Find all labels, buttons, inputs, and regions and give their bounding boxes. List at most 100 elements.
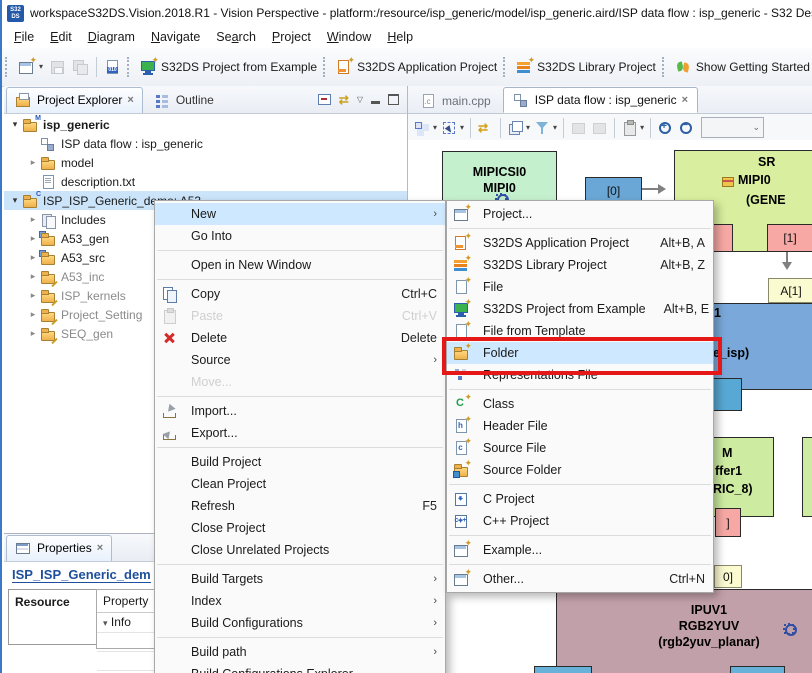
chevron-down-icon[interactable]: ▾ [433, 123, 437, 132]
block-ipuv1[interactable]: IPUV1 RGB2YUV (rgb2yuv_planar) [556, 589, 812, 673]
zoom-level-combo[interactable]: ⌄ [701, 117, 765, 138]
block-green-right[interactable] [802, 437, 812, 517]
collapse-all-icon[interactable] [317, 94, 331, 105]
filter-button[interactable]: ▾ [532, 116, 559, 140]
chevron-down-icon[interactable]: ▾ [103, 618, 108, 628]
menu-item-build-configurations[interactable]: Build Configurations › [155, 612, 445, 634]
menu-item-paste[interactable]: Paste Ctrl+V [155, 305, 445, 327]
chevron-right-icon[interactable]: ▸ [26, 157, 40, 168]
chevron-down-icon[interactable]: ▾ [8, 119, 22, 130]
port-teal[interactable] [710, 378, 742, 411]
menu-search[interactable]: Search [208, 28, 264, 46]
new-wizard-button[interactable]: ✦ ▾ [15, 55, 46, 79]
chevron-down-icon[interactable]: ▾ [8, 195, 22, 206]
label-0[interactable]: 0] [714, 565, 742, 588]
menu-item-delete[interactable]: Delete Delete [155, 327, 445, 349]
menu-item-header-file[interactable]: h ✦ Header File [447, 414, 713, 437]
menu-file[interactable]: File [6, 28, 42, 46]
menu-item-file-from-template[interactable]: ✦ File from Template [447, 319, 713, 342]
tab-properties[interactable]: Properties × [6, 534, 113, 561]
menu-item-c-project[interactable]: c++ ✦ C++ Project [447, 510, 713, 532]
menu-item-close-project[interactable]: Close Project [155, 517, 445, 539]
tab-outline[interactable]: Outline [145, 87, 223, 113]
menu-item-folder[interactable]: ✦ Folder [447, 341, 713, 364]
menu-item-build-project[interactable]: Build Project [155, 451, 445, 473]
menu-edit[interactable]: Edit [42, 28, 80, 46]
tab-project-explorer[interactable]: Project Explorer × [6, 86, 143, 113]
tree-item-description-txt[interactable]: description.txt [4, 172, 407, 191]
menu-item-new[interactable]: New › [155, 203, 445, 225]
menu-item-source-file[interactable]: c ✦ Source File [447, 436, 713, 459]
menu-navigate[interactable]: Navigate [143, 28, 208, 46]
zoom-out-button[interactable] [676, 116, 697, 140]
editor-tab-isp-data-flow-isp-generic[interactable]: ISP data flow : isp_generic × [502, 87, 699, 113]
menu-item-c-project[interactable]: c ✦ C Project [447, 488, 713, 510]
select-mode-button[interactable]: ▾ [439, 116, 466, 140]
menu-item-project[interactable]: ✦ Project... [447, 202, 713, 225]
s32ds-project-from-example-button[interactable]: ✦ S32DS Project from Example [137, 55, 320, 79]
menu-item-class[interactable]: C ✦ Class [447, 392, 713, 415]
view-menu-icon[interactable]: ▽ [357, 95, 363, 104]
close-icon[interactable]: × [127, 94, 133, 106]
paste-format-button[interactable]: ▾ [619, 116, 646, 140]
menu-item-copy[interactable]: Copy Ctrl+C [155, 283, 445, 305]
menu-diagram[interactable]: Diagram [80, 28, 143, 46]
menu-item-open-in-new-window[interactable]: Open in New Window [155, 254, 445, 276]
tree-item-isp-data-flow-isp-generic[interactable]: ISP data flow : isp_generic [4, 134, 407, 153]
menu-item-build-configurations-explorer[interactable]: Build Configurations Explorer [155, 663, 445, 673]
s32ds-application-project-button[interactable]: ✦ S32DS Application Project [333, 55, 500, 79]
chevron-down-icon[interactable]: ▾ [39, 63, 43, 71]
menu-item-clean-project[interactable]: Clean Project [155, 473, 445, 495]
chevron-right-icon[interactable]: ▸ [26, 271, 40, 282]
menu-item-build-targets[interactable]: Build Targets › [155, 568, 445, 590]
zoom-in-button[interactable] [655, 116, 676, 140]
chevron-right-icon[interactable]: ▸ [26, 252, 40, 263]
port-1[interactable]: [1] [767, 224, 812, 252]
menu-item-other[interactable]: ✦ Other... Ctrl+N [447, 567, 713, 590]
editor-tab-main-cpp[interactable]: .c main.cpp [411, 89, 500, 113]
port-ipuv1-out1[interactable] [534, 666, 592, 673]
link-with-editor-icon[interactable]: ⇄ [339, 94, 349, 106]
chevron-right-icon[interactable]: ▸ [26, 309, 40, 320]
chevron-right-icon[interactable]: ▸ [26, 233, 40, 244]
s32ds-library-project-button[interactable]: ✦ S32DS Library Project [513, 55, 659, 79]
chevron-down-icon[interactable]: ▾ [553, 123, 557, 132]
menu-item-refresh[interactable]: Refresh F5 [155, 495, 445, 517]
menu-item-s32ds-library-project[interactable]: ✦ S32DS Library Project Alt+B, Z [447, 253, 713, 276]
menu-item-go-into[interactable]: Go Into [155, 225, 445, 247]
menu-help[interactable]: Help [379, 28, 421, 46]
tab-resource[interactable]: Resource [8, 589, 96, 645]
chevron-right-icon[interactable]: ▸ [26, 214, 40, 225]
tree-item-model[interactable]: ▸ model [4, 153, 407, 172]
menu-item-file[interactable]: ✦ File [447, 275, 713, 298]
chevron-down-icon[interactable]: ▾ [526, 123, 530, 132]
menu-item-example[interactable]: ✦ Example... [447, 538, 713, 561]
chevron-right-icon[interactable]: ▸ [26, 328, 40, 339]
close-icon[interactable]: × [97, 542, 103, 554]
chevron-right-icon[interactable]: ▸ [26, 290, 40, 301]
menu-item-index[interactable]: Index › [155, 590, 445, 612]
refresh-diagram-button[interactable]: ⇄ [475, 116, 496, 140]
menu-window[interactable]: Window [319, 28, 379, 46]
chevron-down-icon[interactable]: ▾ [640, 123, 644, 132]
menu-item-source[interactable]: Source › [155, 349, 445, 371]
close-icon[interactable]: × [682, 94, 688, 106]
menu-item-representations-file[interactable]: Representations File [447, 364, 713, 386]
binary-file-button[interactable] [101, 55, 124, 79]
menu-item-s32ds-project-from-example[interactable]: ✦ S32DS Project from Example Alt+B, E [447, 297, 713, 320]
layers-button[interactable]: ▾ [505, 116, 532, 140]
menu-item-build-path[interactable]: Build path › [155, 641, 445, 663]
menu-item-source-folder[interactable]: ✦ Source Folder [447, 458, 713, 481]
menu-item-close-unrelated-projects[interactable]: Close Unrelated Projects [155, 539, 445, 561]
menu-item-s32ds-application-project[interactable]: ✦ S32DS Application Project Alt+B, A [447, 231, 713, 254]
tree-item-isp-generic[interactable]: ▾ Misp_generic [4, 115, 407, 134]
menu-item-export[interactable]: Export... [155, 422, 445, 444]
menu-item-import[interactable]: Import... [155, 400, 445, 422]
chevron-down-icon[interactable]: ▾ [460, 123, 464, 132]
show-getting-started-page-button[interactable]: Show Getting Started Page [672, 55, 812, 79]
label-a1[interactable]: A[1] [768, 278, 812, 303]
minimize-icon[interactable] [371, 101, 380, 104]
maximize-icon[interactable] [388, 94, 399, 105]
port-pink-b[interactable]: ] [715, 508, 741, 537]
port-ipuv1-out2[interactable] [730, 666, 785, 673]
